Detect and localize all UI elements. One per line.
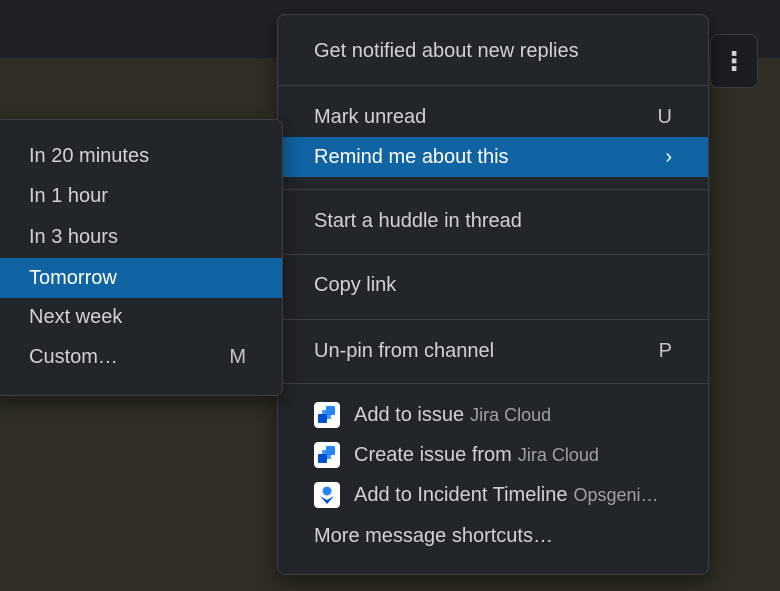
app-source: Jira Cloud <box>517 444 599 465</box>
divider <box>278 383 708 384</box>
remind-option-tomorrow[interactable]: Tomorrow <box>0 258 282 298</box>
menu-item-copy-link[interactable]: Copy link <box>278 265 708 305</box>
kebab-icon: ⋮ <box>721 46 747 76</box>
remind-option-1-hour[interactable]: In 1 hour <box>0 176 282 216</box>
menu-item-add-to-issue[interactable]: Add to issue Jira Cloud <box>278 395 708 435</box>
menu-item-more-shortcuts[interactable]: More message shortcuts… <box>278 516 708 556</box>
opsgenie-icon <box>314 482 340 508</box>
divider <box>278 189 708 190</box>
jira-icon <box>314 402 340 428</box>
shortcut-hint: P <box>658 339 672 362</box>
divider <box>278 254 708 255</box>
remind-submenu: In 20 minutes In 1 hour In 3 hours Tomor… <box>0 119 283 396</box>
divider <box>278 319 708 320</box>
menu-item-remind-me[interactable]: Remind me about this › <box>278 137 708 177</box>
menu-item-mark-unread[interactable]: Mark unread U <box>278 97 708 137</box>
menu-item-start-huddle[interactable]: Start a huddle in thread <box>278 201 708 241</box>
divider <box>278 85 708 86</box>
app-source: Jira Cloud <box>470 404 552 425</box>
message-actions-menu: Get notified about new replies Mark unre… <box>277 14 709 575</box>
jira-icon <box>314 442 340 468</box>
shortcut-hint: M <box>229 345 246 368</box>
remind-option-20-minutes[interactable]: In 20 minutes <box>0 136 282 176</box>
menu-item-unpin[interactable]: Un-pin from channel P <box>278 331 708 371</box>
more-actions-button[interactable]: ⋮ <box>710 34 758 88</box>
remind-option-3-hours[interactable]: In 3 hours <box>0 217 282 257</box>
menu-item-add-incident-timeline[interactable]: Add to Incident Timeline Opsgeni… <box>278 475 708 515</box>
remind-option-next-week[interactable]: Next week <box>0 297 282 337</box>
chevron-right-icon: › <box>665 145 672 168</box>
remind-option-custom[interactable]: Custom… M <box>0 337 282 377</box>
app-source: Opsgeni… <box>573 484 659 505</box>
menu-item-notify-replies[interactable]: Get notified about new replies <box>278 31 708 71</box>
shortcut-hint: U <box>657 105 672 128</box>
menu-item-create-issue[interactable]: Create issue from Jira Cloud <box>278 435 708 475</box>
